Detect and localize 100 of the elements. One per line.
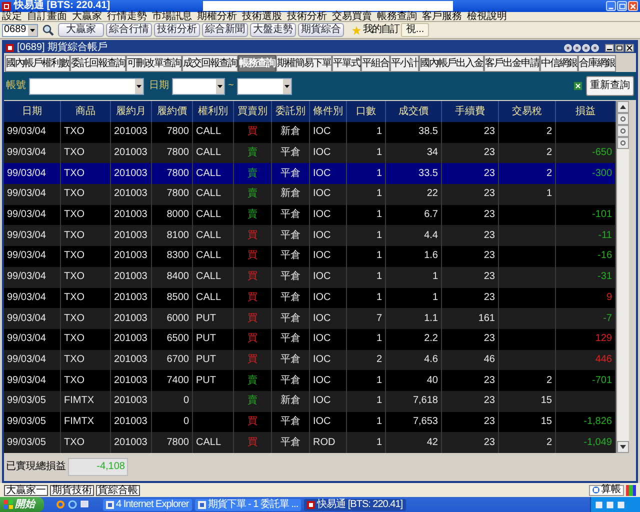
table-cell: 買 bbox=[248, 438, 258, 448]
menu-item[interactable]: 自訂畫面 bbox=[27, 12, 67, 21]
table-cell: CALL bbox=[196, 168, 222, 179]
taskbar-item[interactable]: 期貨下單 - 1 委託單 ... bbox=[194, 498, 302, 510]
table-cell: 201003 bbox=[114, 168, 148, 179]
menu-item[interactable]: 技術選股 bbox=[242, 12, 282, 21]
table-cell: TXO bbox=[64, 189, 85, 200]
table-cell: 99/03/04 bbox=[7, 148, 46, 158]
table-row[interactable]: 99/03/05 FIMTX 201003 0 賣 新倉 IOC 1 7,618 23 15 bbox=[4, 390, 616, 412]
table-row[interactable]: 99/03/04 TXO 201003 6700 PUT 買 平倉 IOC 2 4.6 46 446 bbox=[4, 350, 616, 370]
table-row[interactable]: 99/03/04 TXO 201003 6000 PUT 買 平倉 IOC 7 1.1 161 -7 bbox=[4, 308, 616, 329]
table-cell: 6700 bbox=[166, 354, 189, 365]
table-cell: TXO bbox=[64, 292, 85, 303]
table-cell: 201003 bbox=[114, 230, 148, 241]
tab[interactable]: 委託回報查詢 bbox=[70, 55, 126, 72]
table-row[interactable]: 99/03/04 TXO 201003 7400 PUT 賣 平倉 IOC 1 40 23 2 -701 bbox=[4, 370, 616, 391]
requery-button[interactable]: 重新查詢 bbox=[586, 76, 634, 96]
table-cell: 4.6 bbox=[424, 354, 438, 365]
table-cell: 2 bbox=[546, 168, 552, 179]
toolbar-button[interactable]: 技術分析 bbox=[154, 23, 200, 37]
taskbar-item[interactable]: 4 Internet Explorer bbox=[103, 498, 192, 510]
end-date-dropdown[interactable] bbox=[236, 78, 292, 94]
tab[interactable]: 國內帳戶出入金 bbox=[419, 55, 484, 72]
table-row[interactable]: 99/03/04 TXO 201003 8400 CALL 買 平倉 IOC 1 1 23 -31 bbox=[4, 266, 616, 288]
maximize-button[interactable] bbox=[615, 44, 624, 52]
account-dropdown[interactable] bbox=[29, 78, 144, 94]
tab[interactable]: 帳務查詢 bbox=[238, 55, 276, 72]
stock-code-field[interactable]: 0689 bbox=[2, 24, 38, 36]
table-cell: 1 bbox=[376, 127, 382, 138]
close-button[interactable] bbox=[625, 44, 634, 52]
table-cell: 買 bbox=[248, 334, 258, 344]
table-cell: 4.4 bbox=[424, 230, 438, 241]
start-date-dropdown[interactable] bbox=[172, 78, 225, 94]
table-cell: 買 bbox=[248, 230, 258, 241]
table-row[interactable]: 99/03/04 TXO 201003 8100 CALL 買 平倉 IOC 1 4.4 23 -11 bbox=[4, 225, 616, 246]
table-row[interactable]: 99/03/04 TXO 201003 7800 CALL 賣 新倉 IOC 1 22 23 1 bbox=[4, 184, 616, 205]
table-cell: 23 bbox=[484, 416, 495, 427]
table-cell: -701 bbox=[592, 376, 612, 386]
table-row[interactable]: 99/03/05 FIMTX 201003 0 買 平倉 IOC 1 7,653 23 15 -1,826 bbox=[4, 412, 616, 432]
tab[interactable]: 平小計 bbox=[390, 55, 419, 72]
menu-item[interactable]: 設定 bbox=[2, 12, 22, 21]
table-cell: TXO bbox=[64, 376, 85, 386]
table-cell: 42 bbox=[426, 438, 438, 448]
window-tab[interactable]: 期貨技術 bbox=[50, 484, 94, 496]
menu-item[interactable]: 檢視說明 bbox=[467, 12, 507, 21]
table-cell: 1 bbox=[376, 168, 382, 179]
range-separator: ~ bbox=[228, 81, 234, 91]
close-icon bbox=[626, 44, 633, 50]
table-row[interactable]: 99/03/04 TXO 201003 7800 CALL 賣 平倉 IOC 1 33.5 23 2 -300 bbox=[4, 163, 616, 184]
calculate-button[interactable]: 算帳 bbox=[589, 484, 624, 496]
menu-item[interactable]: 交易買賣 bbox=[332, 12, 372, 21]
tab[interactable]: 客戶出金申請 bbox=[484, 55, 540, 72]
table-row[interactable]: 99/03/04 TXO 201003 6500 PUT 買 平倉 IOC 1 2.2 23 129 bbox=[4, 328, 616, 350]
table-row[interactable]: 99/03/04 TXO 201003 8000 CALL 賣 平倉 IOC 1 6.7 23 -101 bbox=[4, 204, 616, 226]
table-cell: IOC bbox=[313, 189, 331, 200]
table-row[interactable]: 99/03/04 TXO 201003 7800 CALL 賣 平倉 IOC 1 34 23 2 -650 bbox=[4, 142, 616, 164]
menu-item[interactable]: 市場訊息 bbox=[152, 12, 192, 21]
toolbar-button[interactable]: 大盤走勢 bbox=[250, 23, 296, 37]
table-cell: 2 bbox=[546, 148, 552, 158]
table-cell: -650 bbox=[592, 148, 612, 158]
table-cell: IOC bbox=[313, 251, 331, 262]
table-row[interactable]: 99/03/04 TXO 201003 7800 CALL 買 新倉 IOC 1 38.5 23 2 bbox=[4, 122, 616, 143]
toolbar-button[interactable]: 期貨綜合 bbox=[298, 23, 344, 37]
menu-item[interactable]: 行情走勢 bbox=[107, 12, 147, 21]
menu-item[interactable]: 客戶服務 bbox=[422, 12, 462, 21]
menu-item[interactable]: 大贏家 bbox=[72, 12, 102, 21]
tab[interactable]: 合庫網銀 bbox=[578, 55, 616, 72]
window-tab[interactable]: 大贏家一 bbox=[4, 484, 48, 496]
tab[interactable]: 平組合 bbox=[361, 55, 390, 72]
tab[interactable]: 國內帳戶權利數 bbox=[5, 55, 70, 72]
table-row[interactable]: 99/03/04 TXO 201003 8500 CALL 買 平倉 IOC 1 1 23 9 bbox=[4, 288, 616, 308]
menu-item[interactable]: 技術分析 bbox=[287, 12, 327, 21]
table-cell: 7400 bbox=[166, 376, 189, 386]
menu-item[interactable]: 期權分析 bbox=[197, 12, 237, 21]
table-cell: CALL bbox=[196, 189, 222, 200]
table-cell: IOC bbox=[313, 148, 331, 158]
tab[interactable]: 期權簡易下單 bbox=[276, 55, 332, 72]
table-cell: 買 bbox=[248, 272, 258, 282]
tab[interactable]: 中信網銀 bbox=[540, 55, 578, 72]
table-cell: 99/03/04 bbox=[7, 334, 46, 344]
toolbar-button[interactable]: 綜合行情 bbox=[106, 23, 152, 37]
tab[interactable]: 可刪改單查詢 bbox=[126, 55, 182, 72]
tray-network-icon bbox=[617, 500, 625, 508]
toolbar-button[interactable]: 綜合新聞 bbox=[202, 23, 248, 37]
window-tab[interactable]: 貨綜合帳 bbox=[96, 484, 140, 496]
table-row[interactable]: 99/03/05 TXO 201003 7800 CALL 買 平倉 ROD 1 42 23 2 -1,049 bbox=[4, 432, 616, 453]
menu-item[interactable]: 帳務查詢 bbox=[377, 12, 417, 21]
tab[interactable]: 成交回報查詢 bbox=[182, 55, 238, 72]
favorites-button[interactable]: 視... bbox=[401, 23, 429, 37]
maximize-icon bbox=[618, 2, 626, 11]
scrollbar[interactable] bbox=[616, 101, 629, 453]
minimize-button[interactable] bbox=[605, 44, 614, 52]
table-row[interactable]: 99/03/04 TXO 201003 8300 CALL 買 平倉 IOC 1 1.6 23 -16 bbox=[4, 246, 616, 267]
table-cell: IOC bbox=[313, 376, 331, 386]
taskbar-item[interactable]: 快易通 [BTS: 220.41] bbox=[304, 498, 406, 510]
toolbar-button[interactable]: 大贏家 bbox=[58, 23, 104, 37]
table-cell: -101 bbox=[592, 210, 612, 220]
table-cell: 2.2 bbox=[424, 334, 438, 344]
table-cell: -31 bbox=[598, 272, 612, 282]
tab[interactable]: 平單式 bbox=[332, 55, 361, 72]
